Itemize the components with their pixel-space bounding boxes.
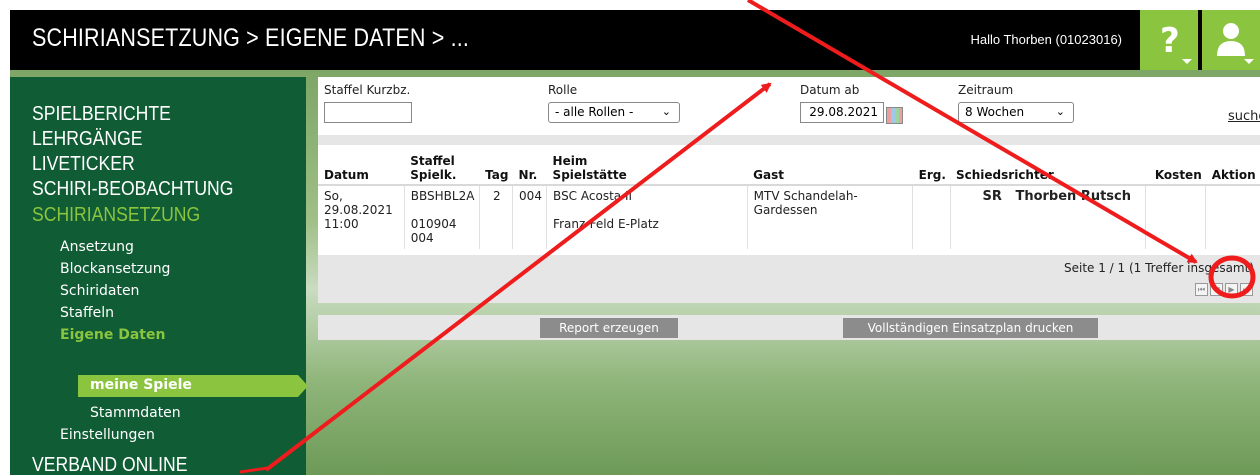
cell-datum-date: 29.08.2021: [324, 203, 393, 217]
col-nr: Nr.: [512, 145, 547, 186]
staffel-label: Staffel Kurzbz.: [324, 83, 411, 97]
col-heim-line2: Spielstätte: [552, 168, 627, 182]
datum-input[interactable]: 29.08.2021: [800, 102, 884, 123]
sidebar-item-spielberichte[interactable]: SPIELBERICHTE: [32, 103, 171, 126]
table-row: So, 29.08.2021 11:00 BBSHBL2A 010904 004…: [318, 185, 1260, 303]
col-tag: Tag: [479, 145, 513, 186]
col-staffel: Staffel Spielk.: [404, 145, 480, 186]
games-table: Datum Staffel Spielk. Tag Nr. Heim Spielst…: [318, 145, 1260, 303]
sidebar-item-schiri-beobachtung[interactable]: SCHIRI-BEOBACHTUNG: [32, 178, 233, 201]
rolle-select[interactable]: - alle Rollen - ⌄: [548, 102, 680, 123]
cell-datum-day: So,: [324, 189, 343, 203]
user-greeting: Hallo Thorben (01023016): [970, 32, 1122, 47]
sidebar-item-label: meine Spiele: [90, 377, 192, 393]
help-button[interactable]: ?: [1140, 10, 1198, 70]
cell-referee-name: Thorben Rutsch: [1015, 189, 1131, 204]
top-bar: SCHIRIANSETZUNG > EIGENE DATEN > ... Hal…: [10, 10, 1260, 70]
sidebar-item-verband-online[interactable]: VERBAND ONLINE: [32, 454, 188, 475]
sidebar-item-staffeln[interactable]: Staffeln: [60, 305, 114, 321]
app-window: SCHIRIANSETZUNG > EIGENE DATEN > ... Hal…: [10, 10, 1260, 475]
chevron-down-icon: ⌄: [1055, 105, 1065, 118]
sidebar-item-stammdaten[interactable]: Stammdaten: [90, 405, 181, 421]
zeitraum-label: Zeitraum: [958, 83, 1014, 97]
active-indicator: [298, 375, 308, 397]
report-button[interactable]: Report erzeugen: [540, 318, 678, 338]
cell-heim: BSC Acosta II Franz-Feld E-Platz: [546, 185, 748, 249]
cell-gast-line1: MTV Schandelah-: [753, 189, 858, 203]
sidebar: SPIELBERICHTE LEHRGÄNGE LIVETICKER SCHIR…: [10, 77, 308, 475]
cell-staffel: BBSHBL2A 010904 004: [404, 185, 480, 249]
cell-tag: 2: [479, 185, 514, 249]
rolle-select-value: - alle Rollen -: [555, 105, 634, 119]
cell-erg: [912, 185, 951, 249]
page-title: SCHIRIANSETZUNG > EIGENE DATEN > ...: [32, 24, 470, 52]
chevron-down-icon: ⌄: [661, 105, 671, 118]
col-schiedsrichter: Schiedsrichter: [950, 145, 1146, 186]
cell-aktion: €: [1206, 185, 1260, 303]
sidebar-item-einstellungen[interactable]: Einstellungen: [60, 427, 155, 443]
divider: [318, 135, 1260, 145]
cell-spielk-2: 004: [410, 231, 434, 245]
col-datum: Datum: [318, 145, 405, 186]
sidebar-item-schiridaten[interactable]: Schiridaten: [60, 283, 139, 299]
cell-datum-time: 11:00: [324, 217, 359, 231]
sidebar-item-ansetzung[interactable]: Ansetzung: [60, 239, 134, 255]
main-content: Staffel Kurzbz. Rolle - alle Rollen - ⌄ …: [318, 77, 1260, 303]
sidebar-item-eigene-daten[interactable]: Eigene Daten: [60, 327, 165, 343]
col-staffel-line1: Staffel: [410, 154, 455, 168]
cell-gast-line2: Gardessen: [753, 203, 818, 217]
user-menu-button[interactable]: [1202, 10, 1260, 70]
last-page-button[interactable]: ⏭: [1240, 283, 1253, 296]
pagination: Seite 1 / 1 (1 Treffer insgesamt) ⏮ ◀ ▶ …: [318, 255, 1260, 303]
col-aktion: Aktion: [1205, 145, 1260, 186]
cell-heim-team: BSC Acosta II: [553, 189, 633, 203]
cell-kosten: [1145, 185, 1207, 249]
action-bar: Report erzeugen Vollständigen Einsatzpla…: [318, 315, 1260, 340]
col-heim: Heim Spielstätte: [546, 145, 748, 186]
zeitraum-select[interactable]: 8 Wochen ⌄: [958, 102, 1074, 123]
col-heim-line1: Heim: [552, 154, 588, 168]
sidebar-item-schiriansetzung[interactable]: SCHIRIANSETZUNG: [32, 204, 200, 227]
page-info: Seite 1 / 1 (1 Treffer insgesamt): [1063, 261, 1254, 275]
sidebar-item-liveticker[interactable]: LIVETICKER: [32, 153, 135, 176]
datum-label: Datum ab: [800, 83, 860, 97]
col-erg: Erg.: [912, 145, 950, 186]
sidebar-item-meine-spiele[interactable]: meine Spiele: [78, 375, 308, 397]
chevron-down-icon: [1182, 59, 1192, 64]
cell-staffel-code: BBSHBL2A: [410, 189, 475, 203]
col-gast: Gast: [747, 145, 913, 186]
sidebar-item-lehrgaenge[interactable]: LEHRGÄNGE: [32, 128, 143, 151]
table-header-row: Datum Staffel Spielk. Tag Nr. Heim Spielst…: [318, 145, 1260, 186]
rolle-label: Rolle: [548, 83, 578, 97]
cell-nr: 004: [512, 185, 548, 249]
cell-role: SR: [982, 189, 1002, 204]
search-link[interactable]: suche: [1228, 109, 1260, 124]
print-plan-button[interactable]: Vollständigen Einsatzplan drucken: [843, 318, 1098, 338]
col-kosten: Kosten: [1145, 145, 1206, 186]
svg-text:?: ?: [1160, 21, 1180, 61]
staffel-input[interactable]: [324, 102, 412, 123]
prev-page-button[interactable]: ◀: [1210, 283, 1223, 296]
cell-spielk-1: 010904: [410, 217, 457, 231]
col-staffel-line2: Spielk.: [410, 168, 457, 182]
first-page-button[interactable]: ⏮: [1195, 283, 1208, 296]
sidebar-item-blockansetzung[interactable]: Blockansetzung: [60, 261, 170, 277]
cell-spielstaette: Franz-Feld E-Platz: [553, 217, 659, 231]
zeitraum-select-value: 8 Wochen: [965, 105, 1025, 119]
cell-datum: So, 29.08.2021 11:00: [318, 185, 405, 249]
cell-schiedsrichter: SR Thorben Rutsch: [950, 185, 1147, 249]
chevron-down-icon: [1244, 59, 1254, 64]
next-page-button[interactable]: ▶: [1225, 283, 1238, 296]
cell-gast: MTV Schandelah- Gardessen: [747, 185, 914, 249]
calendar-icon[interactable]: [886, 107, 903, 124]
